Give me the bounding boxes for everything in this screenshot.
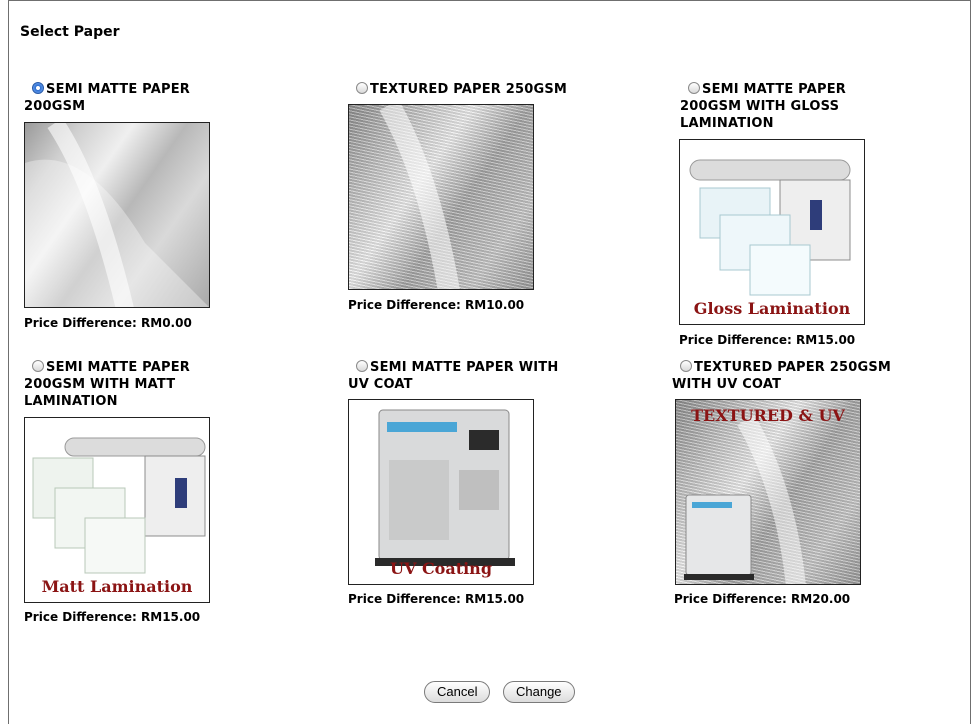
option-label-line2: 200GSM WITH MATT [24, 377, 176, 392]
price-difference: Price Difference: RM10.00 [348, 298, 525, 312]
paper-radio-gloss-lamination[interactable] [688, 82, 700, 94]
image-caption: TEXTURED & UV [691, 406, 845, 425]
paper-radio-matt-lamination[interactable] [32, 360, 44, 372]
paper-image-textured-uv[interactable]: TEXTURED & UV [675, 399, 861, 585]
paper-radio-textured[interactable] [356, 82, 368, 94]
paper-option-semi-matte: SEMI MATTE PAPER 200GSM [24, 81, 224, 115]
paper-sheet-image [25, 123, 209, 307]
option-label-line2: WITH UV COAT [672, 377, 782, 392]
option-label-line2: UV COAT [348, 377, 413, 392]
price-difference: Price Difference: RM20.00 [674, 592, 851, 606]
option-label-line3: LAMINATION [680, 116, 774, 131]
image-caption: UV Coating [390, 559, 492, 578]
price-difference: Price Difference: RM15.00 [679, 333, 856, 347]
paper-option-textured-uv: TEXTURED PAPER 250GSM WITH UV COAT [672, 359, 912, 393]
option-label-line1: SEMI MATTE PAPER [46, 82, 190, 97]
paper-radio-uv-coat[interactable] [356, 360, 368, 372]
page-title: Select Paper [20, 24, 120, 40]
paper-option-gloss-lamination: SEMI MATTE PAPER 200GSM WITH GLOSS LAMIN… [680, 81, 900, 132]
option-label-line1: TEXTURED PAPER 250GSM [370, 82, 568, 97]
paper-option-uv-coat: SEMI MATTE PAPER WITH UV COAT [348, 359, 588, 393]
option-label-line1: TEXTURED PAPER 250GSM [694, 360, 892, 375]
price-difference: Price Difference: RM0.00 [24, 316, 192, 330]
paper-option-matt-lamination: SEMI MATTE PAPER 200GSM WITH MATT LAMINA… [24, 359, 224, 410]
paper-image-gloss-lamination[interactable]: Gloss Lamination [679, 139, 865, 325]
option-label-line1: SEMI MATTE PAPER [46, 360, 190, 375]
paper-image-semi-matte[interactable] [24, 122, 210, 308]
paper-image-textured[interactable] [348, 104, 534, 290]
option-label-line2: 200GSM [24, 99, 86, 114]
textured-uv-image [684, 415, 806, 584]
cancel-button[interactable]: Cancel [424, 681, 491, 703]
option-label-line2: 200GSM WITH GLOSS [680, 99, 840, 114]
textured-sheet-image [379, 105, 460, 289]
option-label-line3: LAMINATION [24, 394, 118, 409]
paper-image-uv-coat[interactable]: UV Coating [348, 399, 534, 585]
image-caption: Gloss Lamination [693, 299, 851, 318]
option-label-line1: SEMI MATTE PAPER WITH [370, 360, 559, 375]
image-caption: Matt Lamination [41, 577, 193, 596]
change-button[interactable]: Change [503, 681, 575, 703]
paper-radio-textured-uv[interactable] [680, 360, 692, 372]
laminator-machine-image [32, 437, 206, 574]
option-label-line1: SEMI MATTE PAPER [702, 82, 846, 97]
paper-radio-semi-matte[interactable] [32, 82, 44, 94]
uv-coating-machine-image [375, 409, 515, 566]
paper-image-matt-lamination[interactable]: Matt Lamination [24, 417, 210, 603]
paper-option-textured: TEXTURED PAPER 250GSM [356, 81, 576, 98]
laminator-machine-image [689, 159, 851, 296]
price-difference: Price Difference: RM15.00 [348, 592, 525, 606]
price-difference: Price Difference: RM15.00 [24, 610, 201, 624]
